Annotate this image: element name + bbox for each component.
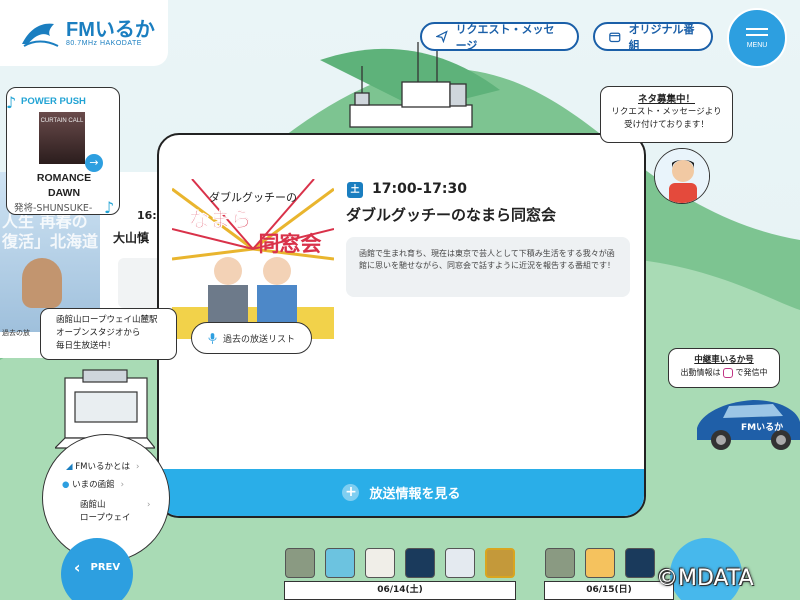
nav-ropeway-line2: ロープウェイ — [80, 513, 131, 523]
program-time: 17:00-17:30 — [372, 181, 467, 197]
photo-text-line2: 復活」北海道 — [2, 232, 99, 251]
artist-name: 発将-SHUNSUKE- — [14, 203, 93, 214]
relay-car-illustration: FMいるか — [697, 400, 800, 450]
previous-past-list-link[interactable]: 過去の放 — [2, 328, 30, 338]
open-studio-line2: オープンスタジオから — [56, 328, 141, 338]
open-studio-line3: 毎日生放送中！ — [56, 341, 116, 351]
menu-label: MENU — [746, 41, 768, 49]
past-broadcast-list-label: 過去の放送リスト — [223, 334, 296, 345]
program-title: ダブルグッチーのなまら同窓会 — [346, 206, 557, 224]
prev-button[interactable]: ‹ PREV — [61, 538, 133, 600]
nav-now-hakodate[interactable]: ● いまの函館 › — [62, 478, 124, 490]
host-portrait — [22, 258, 62, 308]
original-program-button[interactable]: オリジナル番組 — [593, 22, 713, 52]
request-message-label: リクエスト・メッセージ — [455, 22, 555, 52]
chevron-left-icon: ‹ — [73, 557, 81, 577]
timeline-thumb[interactable] — [545, 548, 575, 578]
artwork-title-line3: 同窓会 — [259, 232, 322, 256]
music-note-icon: ♪ — [104, 198, 115, 217]
logo-name: FMいるか — [66, 18, 155, 41]
original-program-label: オリジナル番組 — [628, 22, 695, 52]
nav-ropeway[interactable]: 函館山 ロープウェイ — [80, 499, 131, 525]
timeline-thumb[interactable] — [405, 548, 435, 578]
relay-car-info-post: で発信中 — [735, 368, 768, 377]
previous-program-photo-text: 人生 再春の 復活」北海道 — [2, 212, 98, 252]
request-message-button[interactable]: リクエスト・メッセージ — [420, 22, 579, 52]
nav-ropeway-line1: 函館山 — [80, 500, 106, 510]
open-studio-bubble: 函館山ロープウェイ山麓駅 オープンスタジオから 毎日生放送中！ — [40, 308, 177, 360]
prev-label: PREV — [90, 561, 121, 573]
timeline-thumb[interactable] — [625, 548, 655, 578]
neta-recruit-line1: リクエスト・メッセージより — [611, 107, 722, 117]
chevron-right-icon: › — [120, 480, 125, 490]
site-logo[interactable]: FMいるか 80.7MHz HAKODATE — [0, 0, 168, 66]
nav-about[interactable]: ◢ FMいるかとは › — [66, 460, 139, 472]
people-icon: ● — [62, 480, 70, 490]
current-program-card: ダブルグッチーの なまら 同窓会 過去の放送リスト 土 17:00-17:30 … — [157, 133, 646, 518]
neta-recruit-title: ネタ募集中！ — [637, 94, 695, 105]
microphone-icon — [208, 332, 217, 344]
previous-program-title: 大山慎 — [113, 231, 150, 245]
power-push-heading: POWER PUSH — [21, 96, 86, 107]
date-label-sun: 06/15(日) — [544, 581, 674, 600]
timeline-thumb[interactable] — [325, 548, 355, 578]
music-note-icon: ♪ — [6, 93, 17, 112]
copyright-watermark: ©MDATA — [656, 566, 754, 591]
open-studio-line1: 函館山ロープウェイ山麓駅 — [56, 315, 158, 325]
logo-frequency: 80.7MHz HAKODATE — [66, 39, 142, 47]
menu-button[interactable]: MENU — [727, 8, 787, 68]
artwork-title-line2: なまら — [189, 208, 252, 232]
program-description: 函館で生まれ育ち、現在は東京で芸人として下積み生活をする我々が函館に思いを馳せな… — [346, 237, 630, 297]
relay-car-title: 中継車いるか号 — [694, 355, 754, 365]
dolphin-icon — [22, 23, 59, 47]
plus-icon: + — [342, 484, 360, 501]
date-label-sat: 06/14(土) — [284, 581, 516, 600]
album-cover: CURTAIN CALL — [39, 112, 85, 164]
relay-car-bubble[interactable]: 中継車いるか号 出動情報は で発信中 — [668, 348, 780, 388]
relay-car-info: 出動情報は で発信中 — [669, 367, 779, 378]
hamburger-icon — [746, 27, 768, 30]
timeline-thumb[interactable] — [585, 548, 615, 578]
instagram-icon[interactable] — [723, 367, 733, 378]
neta-recruit-line2: 受け付けております！ — [624, 120, 709, 130]
calendar-icon — [609, 32, 621, 43]
chevron-right-icon: › — [147, 500, 151, 510]
view-broadcast-info-button[interactable]: + 放送情報を見る — [159, 469, 644, 516]
past-broadcast-list-button[interactable]: 過去の放送リスト — [191, 322, 312, 354]
program-artwork[interactable]: ダブルグッチーの なまら 同窓会 — [172, 179, 334, 339]
chevron-right-icon: › — [135, 462, 140, 472]
dj-avatar — [654, 148, 710, 204]
dolphin-icon: ◢ — [66, 462, 73, 472]
timeline-thumb-active[interactable] — [485, 548, 515, 578]
timeline-thumb[interactable] — [365, 548, 395, 578]
neta-recruit-bubble[interactable]: ネタ募集中！ リクエスト・メッセージより 受け付けております！ — [600, 86, 733, 143]
relay-car-info-pre: 出動情報は — [680, 368, 721, 377]
timeline-thumb[interactable] — [285, 548, 315, 578]
power-push-card[interactable]: POWER PUSH CURTAIN CALL → ROMANCE DAWN — [6, 87, 120, 215]
nav-about-label: FMいるかとは — [75, 462, 130, 472]
day-badge: 土 — [347, 182, 363, 198]
send-icon — [436, 30, 448, 43]
photo-text-line1: 人生 再春の — [2, 212, 88, 231]
song-title-line1: ROMANCE — [36, 172, 92, 184]
dj-avatar-illustration — [655, 149, 709, 203]
hamburger-bar — [746, 33, 768, 36]
previous-program-time: 16: — [137, 209, 157, 222]
artwork-title-line1: ダブルグッチーの — [209, 190, 297, 204]
timeline-thumb[interactable] — [445, 548, 475, 578]
arrow-right-icon[interactable]: → — [85, 154, 103, 172]
nav-now-label: いまの函館 — [72, 480, 115, 490]
car-logo-text: FMいるか — [741, 422, 783, 433]
view-broadcast-info-label: 放送情報を見る — [369, 487, 461, 502]
